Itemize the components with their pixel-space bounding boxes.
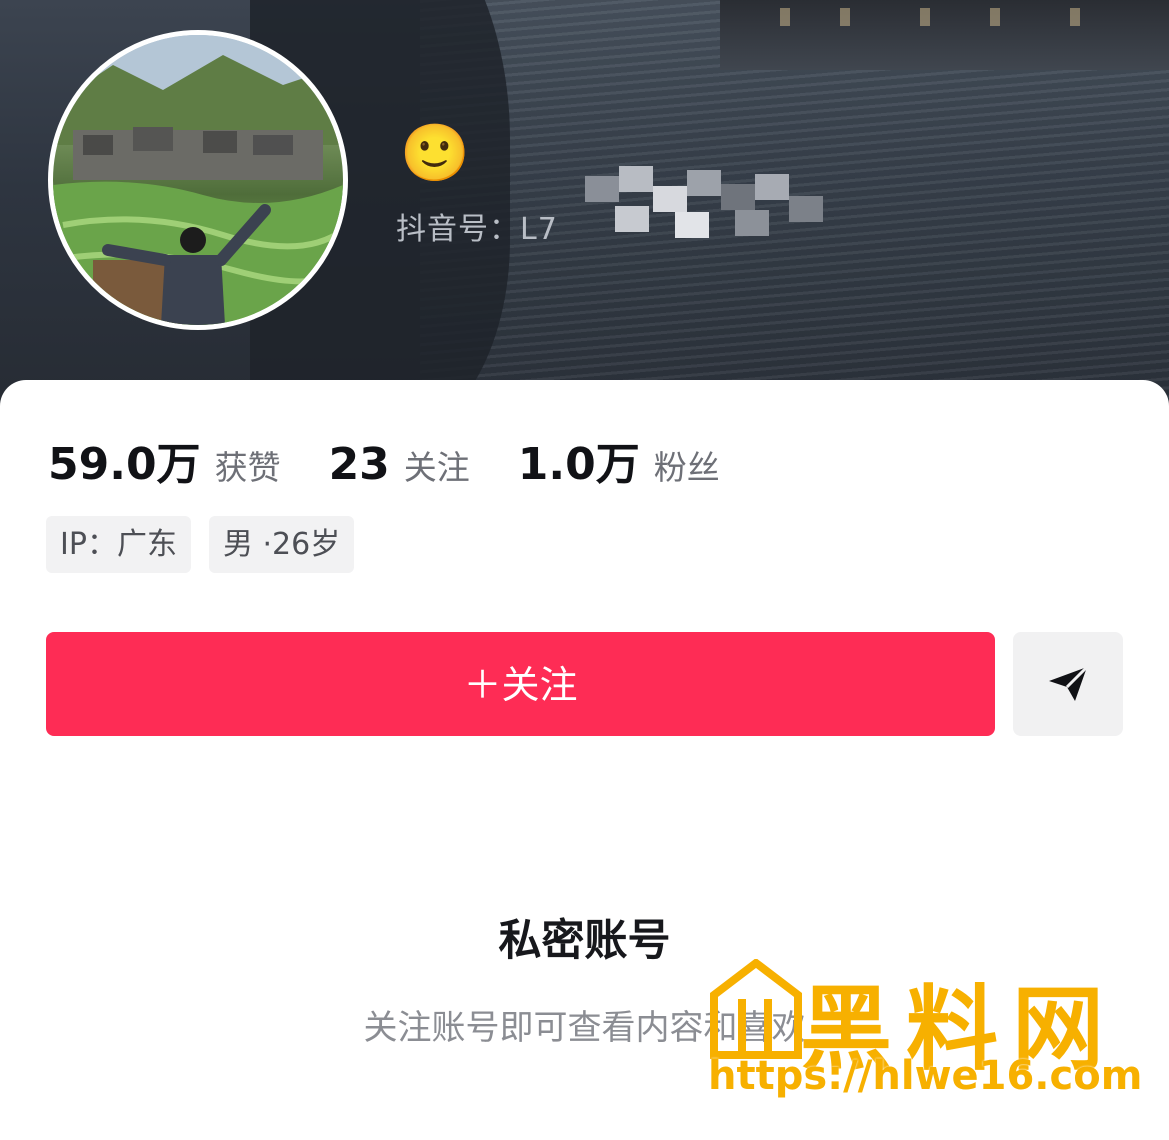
ip-location-tag: IP：广东: [46, 516, 191, 573]
avatar-landscape-photo: [53, 35, 343, 325]
smiley-emoji-icon: 🙂: [400, 121, 470, 186]
avatar[interactable]: [48, 30, 348, 330]
stat-value: 1.0万: [517, 439, 640, 490]
send-icon: [1049, 665, 1089, 701]
douyin-id: 抖音号：L7: [396, 212, 558, 247]
censor-mosaic: [585, 166, 835, 246]
stat-label: 粉丝: [653, 448, 720, 487]
watermark-url: https://hlwe16.com: [708, 1053, 1143, 1099]
cover-buildings: [720, 0, 1169, 70]
share-button[interactable]: [1013, 632, 1123, 736]
stat-following[interactable]: 23 关注: [329, 439, 470, 490]
profile-tags: IP：广东 男 ·26岁: [46, 516, 372, 573]
stat-value: 59.0万: [48, 439, 201, 490]
profile-cover: 🙂 抖音号：L7: [0, 0, 1169, 420]
stats-row: 59.0万 获赞 23 关注 1.0万 粉丝: [48, 428, 768, 492]
follow-button[interactable]: ＋关注: [46, 632, 995, 736]
site-watermark: 黑料网 https://hlwe16.com: [700, 955, 1143, 1105]
watermark-logo-icon: [710, 959, 802, 1059]
stat-likes[interactable]: 59.0万 获赞: [48, 428, 281, 492]
stat-label: 获赞: [214, 448, 281, 487]
stat-label: 关注: [403, 448, 470, 487]
gender-age-tag: 男 ·26岁: [208, 516, 355, 573]
stat-value: 23: [328, 439, 390, 490]
stat-followers[interactable]: 1.0万 粉丝: [518, 428, 720, 492]
